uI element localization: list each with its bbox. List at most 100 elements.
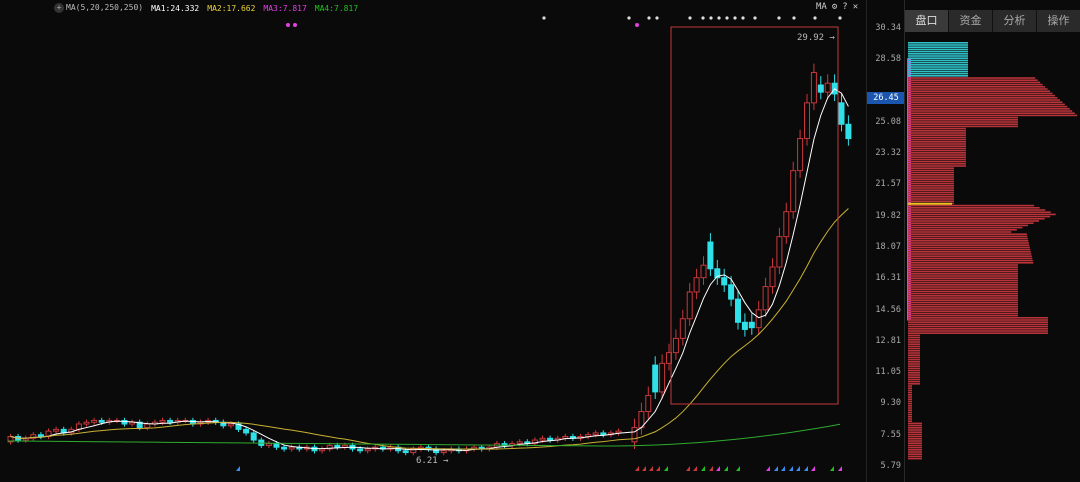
profile-bar <box>908 191 954 194</box>
candle <box>547 437 554 441</box>
profile-bar <box>908 187 954 189</box>
candle <box>159 419 166 423</box>
profile-bar <box>908 198 954 200</box>
candle <box>645 394 652 413</box>
profile-bar <box>908 422 922 425</box>
candle <box>167 419 174 423</box>
profile-bar <box>908 325 1048 328</box>
signal-dot <box>753 16 757 20</box>
signal-marker <box>766 466 770 471</box>
profile-bar <box>908 44 968 46</box>
profile-bar <box>908 416 912 418</box>
profile-bar <box>908 435 922 438</box>
profile-bar <box>908 180 954 183</box>
profile-bar <box>908 279 1018 282</box>
profile-bar <box>908 429 922 431</box>
profile-bar <box>908 312 1018 315</box>
profile-bar <box>908 427 922 429</box>
profile-bar <box>908 143 966 145</box>
profile-bar <box>908 218 1045 220</box>
candle <box>319 448 326 452</box>
profile-bar <box>908 152 966 154</box>
profile-bar <box>908 114 1078 117</box>
profile-bar <box>908 451 922 453</box>
candle <box>539 437 546 441</box>
tab-operations[interactable]: 操作 <box>1037 10 1080 32</box>
profile-bar <box>908 457 922 460</box>
candle <box>762 286 769 311</box>
candle <box>631 427 638 443</box>
profile-bar <box>908 231 1012 233</box>
profile-bar <box>908 446 922 449</box>
profile-bar <box>908 398 912 400</box>
price-tick: 30.34 <box>875 23 901 33</box>
profile-bar <box>908 405 912 407</box>
profile-bar <box>908 103 1065 106</box>
profile-bar <box>908 176 954 178</box>
profile-bar <box>908 376 920 378</box>
candle <box>227 423 234 427</box>
price-tick: 9.30 <box>880 398 901 409</box>
signal-marker <box>635 466 639 471</box>
price-axis: 30.34 28.58 25.08 23.32 21.57 19.82 18.07 16.31… <box>866 0 905 482</box>
tab-analysis[interactable]: 分析 <box>993 10 1037 32</box>
tab-orderbook[interactable]: 盘口 <box>905 10 949 32</box>
signal-marker <box>656 466 660 471</box>
signal-marker <box>781 466 785 471</box>
candle <box>700 264 707 279</box>
profile-bar <box>908 418 912 420</box>
profile-bar <box>908 358 920 361</box>
profile-bar <box>908 90 1051 92</box>
tab-funds[interactable]: 资金 <box>949 10 993 32</box>
profile-bar <box>908 330 1048 332</box>
profile-bar <box>908 308 1018 310</box>
profile-bar <box>908 286 1018 288</box>
signal-marker <box>701 466 705 471</box>
profile-bar <box>908 240 1029 242</box>
profile-bar <box>908 207 1040 209</box>
signal-marker <box>804 466 808 471</box>
profile-bar <box>908 297 1018 299</box>
profile-bar <box>908 209 1046 211</box>
candle <box>91 419 98 423</box>
price-tick: 16.31 <box>875 273 901 284</box>
profile-bar <box>908 270 1018 273</box>
profile-bar <box>908 242 1029 244</box>
profile-bar <box>908 105 1068 108</box>
profile-bar <box>908 345 920 348</box>
candlestick-chart[interactable]: + MA(5,20,250,250) MA1:24.332 MA2:17.662 … <box>0 0 866 482</box>
profile-bar <box>908 182 954 185</box>
profile-bar <box>908 268 1018 271</box>
profile-bar <box>908 328 1048 330</box>
candle <box>693 277 700 293</box>
candle <box>672 337 679 354</box>
profile-bar <box>908 336 920 339</box>
profile-bar <box>908 77 1036 79</box>
signal-marker <box>774 466 778 471</box>
profile-bar <box>908 127 966 130</box>
profile-bar <box>908 365 920 367</box>
profile-bar <box>908 138 966 141</box>
candle <box>790 170 797 213</box>
profile-bar <box>908 66 968 68</box>
signal-marker <box>236 466 240 471</box>
profile-bar <box>908 273 1018 275</box>
candle <box>810 72 817 104</box>
profile-bar <box>908 125 1018 128</box>
candle <box>783 211 790 238</box>
profile-bar <box>908 130 966 132</box>
price-tick: 19.82 <box>875 210 901 221</box>
profile-bar <box>908 440 922 442</box>
signal-dot <box>709 16 713 20</box>
profile-bar <box>908 314 1018 317</box>
profile-bar <box>908 119 1018 121</box>
signal-marker <box>693 466 697 471</box>
ma250-line <box>7 423 841 447</box>
profile-bar <box>908 147 966 150</box>
profile-bar <box>908 81 1041 84</box>
candle <box>341 444 348 448</box>
profile-bar <box>908 433 922 436</box>
profile-bar <box>908 255 1032 257</box>
price-plot: 29.92 → 6.21 → <box>7 16 852 471</box>
stock-chart-window: + MA(5,20,250,250) MA1:24.332 MA2:17.662 … <box>0 0 1080 482</box>
